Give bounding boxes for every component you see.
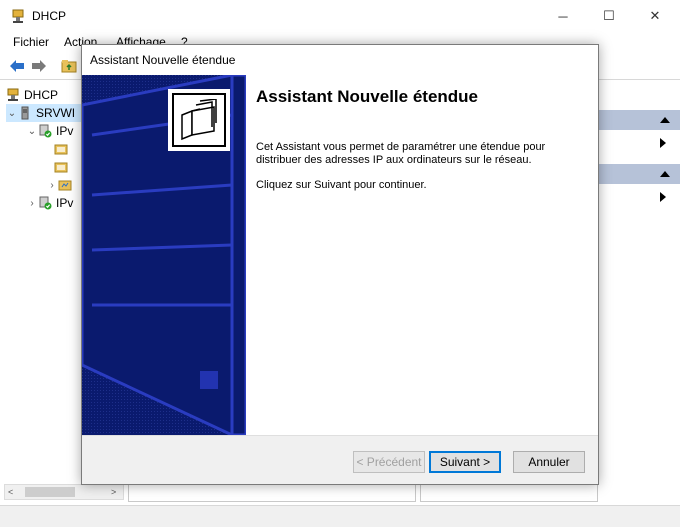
wizard-instruction: Cliquez sur Suivant pour continuer. [256,179,427,191]
tree-item-ipv4[interactable]: ⌄ IPv [26,122,74,140]
actions-pane [598,82,680,482]
back-arrow-icon[interactable] [8,57,26,75]
window-title: DHCP [32,9,67,23]
status-bar [0,505,680,527]
tree-label: SRVWI [36,106,76,120]
tree-item-server[interactable]: ⌄ SRVWI [6,104,82,122]
tree-label: DHCP [24,88,59,102]
tree-item-folder-collapsed[interactable]: › [46,176,76,194]
folder-icon [58,178,72,192]
status-panel [420,482,598,502]
scroll-left-icon[interactable]: < [8,487,13,497]
wizard-banner [82,75,246,435]
chevron-right-icon[interactable]: › [26,198,38,209]
tree-label: IPv [56,124,74,138]
scroll-right-icon[interactable]: > [111,487,116,497]
tree-item-folder[interactable] [54,158,72,176]
maximize-button[interactable]: ☐ [586,0,632,32]
minimize-button[interactable]: ─ [540,0,586,32]
wizard-heading: Assistant Nouvelle étendue [256,87,479,106]
next-button[interactable]: Suivant > [429,451,501,473]
folder-up-icon[interactable] [60,57,78,75]
tree-horizontal-scrollbar[interactable] [4,484,124,500]
menu-fichier[interactable]: Fichier [13,35,49,49]
collapse-up-icon[interactable] [660,117,670,123]
scrollbar-thumb[interactable] [25,487,75,497]
chevron-down-icon[interactable]: ⌄ [6,108,18,119]
ipv6-icon [38,196,52,210]
new-scope-wizard-dialog: Assistant Nouvelle étendue Assistant Nou… [81,44,599,485]
chevron-right-icon[interactable]: › [46,180,58,191]
previous-button[interactable]: < Précédent [353,451,425,473]
dhcp-app-icon [10,8,26,24]
dialog-title: Assistant Nouvelle étendue [90,53,236,67]
server-tower-graphic [82,75,246,435]
folder-icon [54,160,68,174]
status-panel [128,482,416,502]
more-actions-arrow-icon[interactable] [660,192,666,202]
collapse-up-icon[interactable] [660,171,670,177]
tree-label: IPv [56,196,74,210]
forward-arrow-icon[interactable] [30,57,48,75]
tree-item-dhcp[interactable]: DHCP [6,86,58,104]
server-icon [18,106,32,120]
folder-icon [54,142,68,156]
tree-item-folder[interactable] [54,140,72,158]
dhcp-icon [6,88,20,102]
cancel-button[interactable]: Annuler [513,451,585,473]
tree-item-ipv6[interactable]: › IPv [26,194,73,212]
wizard-description: Cet Assistant vous permet de paramétrer … [256,141,546,166]
ipv4-icon [38,124,52,138]
chevron-down-icon[interactable]: ⌄ [26,126,38,137]
scope-files-icon [178,98,220,144]
close-button[interactable]: ✕ [632,0,678,32]
more-actions-arrow-icon[interactable] [660,138,666,148]
